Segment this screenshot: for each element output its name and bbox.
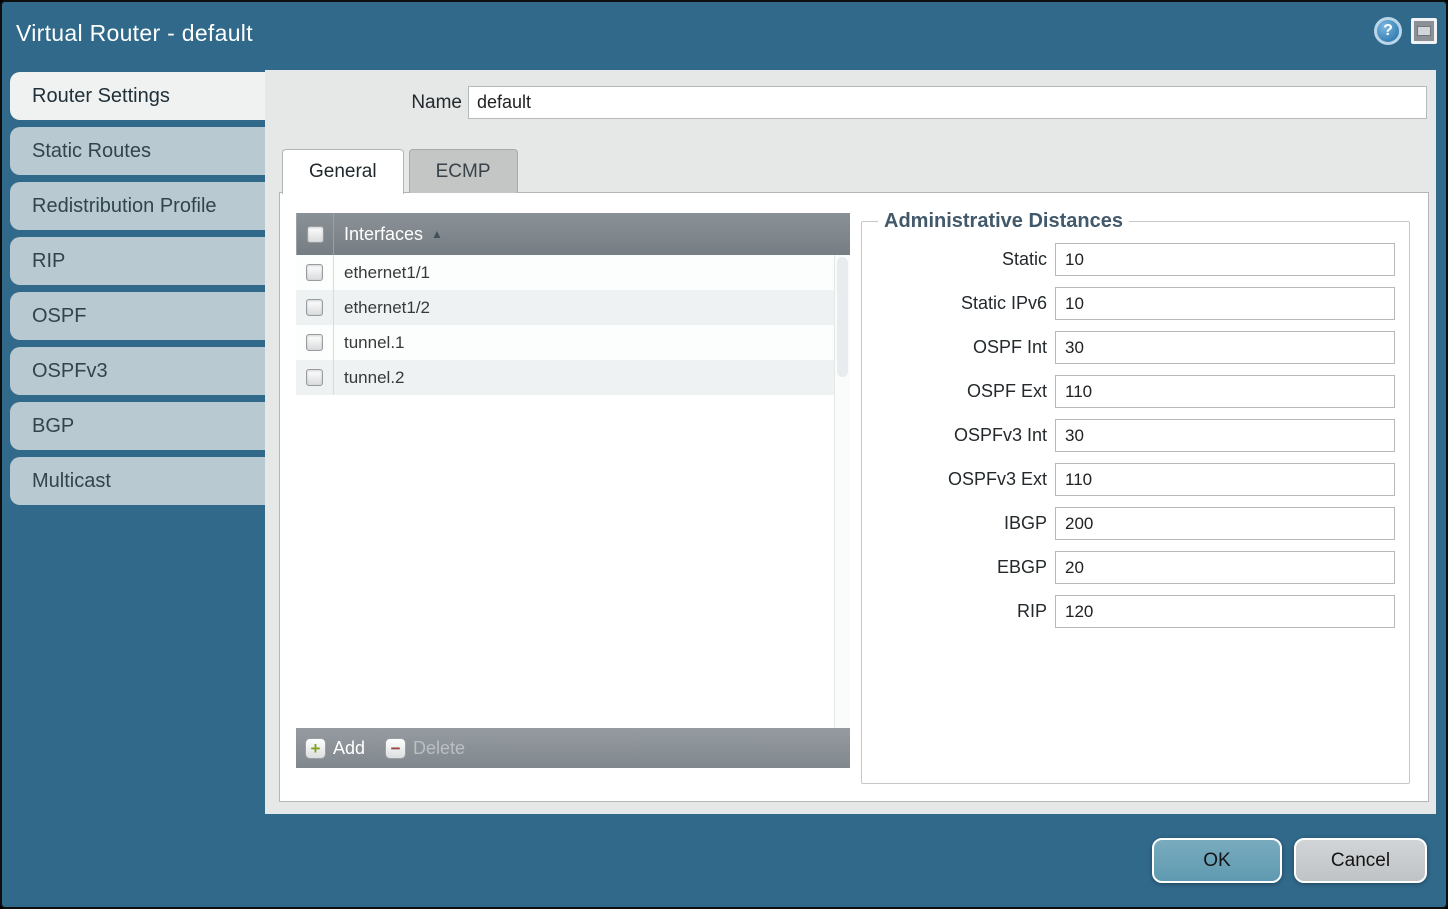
main-panel: Name General ECMP Interfaces ▲ xyxy=(265,70,1436,814)
name-row: Name xyxy=(265,86,1436,119)
sidebar-item-label: BGP xyxy=(32,415,74,437)
ibgp-distance-input[interactable] xyxy=(1055,507,1395,540)
administrative-distances-legend: Administrative Distances xyxy=(878,210,1129,233)
sidebar-item-multicast[interactable]: Multicast xyxy=(10,457,265,505)
name-input[interactable] xyxy=(468,86,1427,119)
interface-row-checkbox[interactable] xyxy=(306,334,323,351)
row-checkbox-cell xyxy=(296,360,334,395)
interface-name: ethernet1/2 xyxy=(344,298,430,318)
add-button-label: Add xyxy=(333,738,365,759)
tab-ecmp[interactable]: ECMP xyxy=(409,149,518,193)
sidebar-item-ospfv3[interactable]: OSPFv3 xyxy=(10,347,265,395)
sidebar-item-label: Router Settings xyxy=(32,85,170,107)
admin-distance-row: OSPF Int xyxy=(872,331,1397,364)
admin-distance-label: OSPFv3 Ext xyxy=(872,469,1047,490)
sidebar-item-label: RIP xyxy=(32,250,65,272)
interface-row[interactable]: ethernet1/1 xyxy=(296,255,834,290)
sidebar-item-static-routes[interactable]: Static Routes xyxy=(10,127,265,175)
ospfv3-ext-distance-input[interactable] xyxy=(1055,463,1395,496)
tab-general[interactable]: General xyxy=(282,149,404,194)
interfaces-column-header[interactable]: Interfaces xyxy=(344,224,423,245)
interface-row-checkbox[interactable] xyxy=(306,369,323,386)
admin-distance-row: RIP xyxy=(872,595,1397,628)
interface-row[interactable]: ethernet1/2 xyxy=(296,290,834,325)
admin-distance-row: Static IPv6 xyxy=(872,287,1397,320)
row-checkbox-cell xyxy=(296,255,334,290)
admin-distance-row: OSPFv3 Ext xyxy=(872,463,1397,496)
plus-icon: + xyxy=(305,738,326,759)
sidebar-item-bgp[interactable]: BGP xyxy=(10,402,265,450)
interface-name: tunnel.1 xyxy=(344,333,405,353)
admin-distance-row: OSPF Ext xyxy=(872,375,1397,408)
general-tab-content: Interfaces ▲ ethernet1/1 xyxy=(279,192,1429,802)
interfaces-table-header[interactable]: Interfaces ▲ xyxy=(296,213,850,255)
admin-distance-row: IBGP xyxy=(872,507,1397,540)
rip-distance-input[interactable] xyxy=(1055,595,1395,628)
maximize-window-icon[interactable] xyxy=(1411,18,1437,44)
admin-distance-label: IBGP xyxy=(872,513,1047,534)
interface-row-checkbox[interactable] xyxy=(306,299,323,316)
table-scrollbar-thumb[interactable] xyxy=(837,257,848,377)
ebgp-distance-input[interactable] xyxy=(1055,551,1395,584)
administrative-distances-fieldset: Administrative Distances Static Static I… xyxy=(861,210,1410,784)
tab-bar: General ECMP xyxy=(282,148,518,193)
sidebar-item-label: Multicast xyxy=(32,470,111,492)
sort-ascending-icon: ▲ xyxy=(431,227,443,241)
row-checkbox-cell xyxy=(296,325,334,360)
sidebar: Router Settings Static Routes Redistribu… xyxy=(10,72,265,505)
ospf-int-distance-input[interactable] xyxy=(1055,331,1395,364)
cancel-button[interactable]: Cancel xyxy=(1294,838,1427,883)
static-distance-input[interactable] xyxy=(1055,243,1395,276)
admin-distance-label: OSPF Int xyxy=(872,337,1047,358)
table-scrollbar[interactable] xyxy=(834,255,850,728)
name-label: Name xyxy=(265,86,462,119)
ok-button[interactable]: OK xyxy=(1152,838,1282,883)
ospf-ext-distance-input[interactable] xyxy=(1055,375,1395,408)
titlebar: Virtual Router - default ? xyxy=(2,2,1446,68)
admin-distance-label: RIP xyxy=(872,601,1047,622)
static-ipv6-distance-input[interactable] xyxy=(1055,287,1395,320)
sidebar-item-label: Static Routes xyxy=(32,140,151,162)
admin-distance-label: Static IPv6 xyxy=(872,293,1047,314)
interface-row[interactable]: tunnel.1 xyxy=(296,325,834,360)
ospfv3-int-distance-input[interactable] xyxy=(1055,419,1395,452)
virtual-router-dialog: Virtual Router - default ? Router Settin… xyxy=(0,0,1448,909)
delete-button[interactable]: − Delete xyxy=(385,738,465,759)
minus-icon: − xyxy=(385,738,406,759)
sidebar-item-redistribution-profile[interactable]: Redistribution Profile xyxy=(10,182,265,230)
sidebar-item-label: OSPFv3 xyxy=(32,360,108,382)
interfaces-table-body: ethernet1/1 ethernet1/2 xyxy=(296,255,834,728)
admin-distance-label: EBGP xyxy=(872,557,1047,578)
interface-name: ethernet1/1 xyxy=(344,263,430,283)
add-button[interactable]: + Add xyxy=(305,738,365,759)
admin-distance-row: OSPFv3 Int xyxy=(872,419,1397,452)
interface-row[interactable]: tunnel.2 xyxy=(296,360,834,395)
interfaces-table: Interfaces ▲ ethernet1/1 xyxy=(296,213,850,768)
sidebar-item-label: Redistribution Profile xyxy=(32,195,217,217)
row-checkbox-cell xyxy=(296,290,334,325)
admin-distance-label: OSPFv3 Int xyxy=(872,425,1047,446)
sidebar-item-label: OSPF xyxy=(32,305,86,327)
header-checkbox-cell xyxy=(296,213,334,255)
interface-name: tunnel.2 xyxy=(344,368,405,388)
admin-distance-row: EBGP xyxy=(872,551,1397,584)
interfaces-table-toolbar: + Add − Delete xyxy=(296,728,850,768)
admin-distance-label: Static xyxy=(872,249,1047,270)
admin-distance-row: Static xyxy=(872,243,1397,276)
select-all-checkbox[interactable] xyxy=(307,226,324,243)
delete-button-label: Delete xyxy=(413,738,465,759)
sidebar-item-router-settings[interactable]: Router Settings xyxy=(10,72,265,120)
interface-row-checkbox[interactable] xyxy=(306,264,323,281)
sidebar-item-ospf[interactable]: OSPF xyxy=(10,292,265,340)
help-icon[interactable]: ? xyxy=(1374,17,1402,45)
dialog-title: Virtual Router - default xyxy=(16,20,253,47)
sidebar-item-rip[interactable]: RIP xyxy=(10,237,265,285)
admin-distance-label: OSPF Ext xyxy=(872,381,1047,402)
